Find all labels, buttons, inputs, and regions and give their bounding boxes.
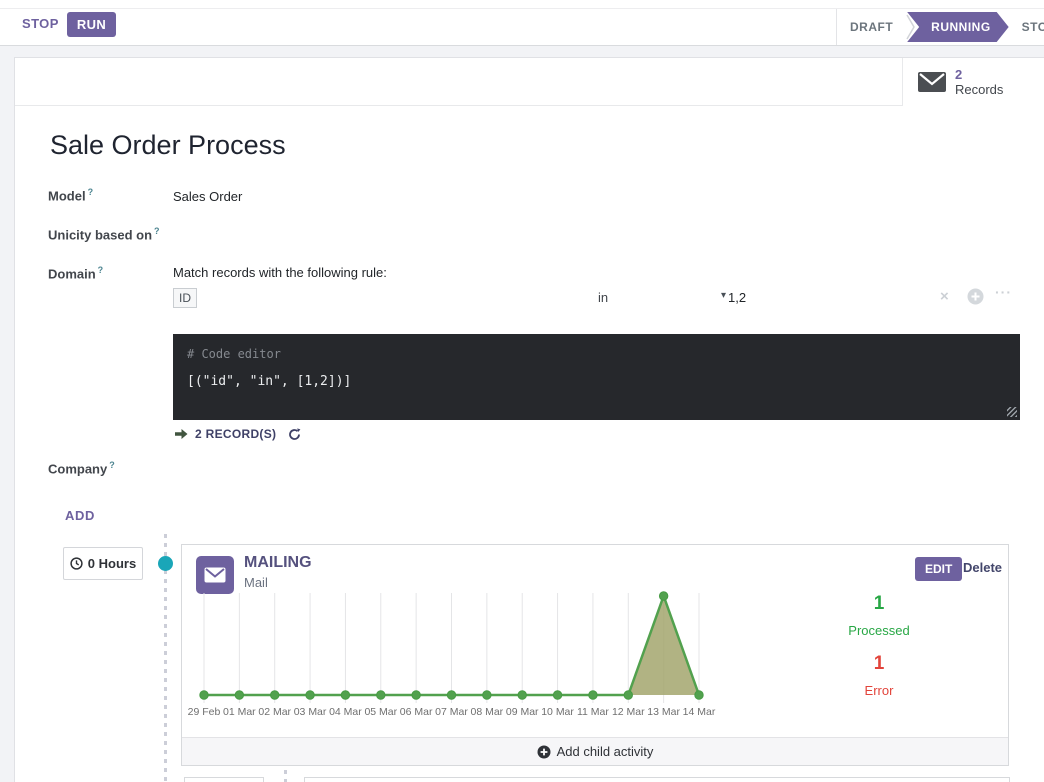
workflow-connector-line [284,770,287,782]
error-label: Error [819,683,939,699]
envelope-icon [917,71,947,93]
stop-button[interactable]: STOP [22,16,59,31]
chart-x-label: 06 Mar [400,706,433,718]
domain-label: Domain? [48,265,103,281]
rule-value-input[interactable]: 1,2 [728,290,746,305]
rule-field-tag[interactable]: ID [173,288,197,308]
add-child-activity-label: Add child activity [557,744,654,759]
chart-x-label: 02 Mar [258,706,291,718]
rule-add-icon[interactable] [967,288,984,310]
workflow-node-dot [158,556,173,571]
delete-button[interactable]: Delete [963,560,1002,575]
status-toolbar: STOP RUN DRAFTRUNNINGSTOPPED [0,0,1044,46]
trigger-delay-box[interactable]: 0 Hours [63,547,143,580]
chart-x-label: 12 Mar [612,706,645,718]
records-stat-text: 2 Records [955,67,1003,98]
records-count: 2 [955,67,1003,82]
chart-point[interactable] [200,691,208,699]
chevron-down-icon: ▾ [721,290,726,305]
code-editor-comment: # Code editor [187,347,1006,361]
chart-x-label: 14 Mar [683,706,716,718]
domain-code-editor[interactable]: # Code editor [("id", "in", [1,2])] [173,334,1020,420]
rule-operator-value: in [598,290,608,305]
chart-x-label: 05 Mar [364,706,397,718]
chart-point[interactable] [483,691,491,699]
arrow-right-icon [175,428,188,440]
processed-count[interactable]: 1 [819,593,939,615]
error-count[interactable]: 1 [819,653,939,675]
chart-point[interactable] [306,691,314,699]
records-preview-row: 2 RECORD(S) [175,427,301,441]
chart-point[interactable] [235,691,243,699]
state-pipeline: DRAFTRUNNINGSTOPPED [836,9,1044,45]
chart-x-label: 04 Mar [329,706,362,718]
help-icon[interactable]: ? [109,460,115,470]
chart-point[interactable] [518,691,526,699]
rule-more-icon[interactable]: ··· [995,284,1012,300]
unicity-label: Unicity based on? [48,226,160,242]
run-button[interactable]: RUN [67,12,116,37]
model-value[interactable]: Sales Order [173,189,242,204]
mail-icon [196,556,234,594]
child-trigger-box-partial[interactable] [184,777,264,782]
chart-x-label: 11 Mar [577,706,609,718]
code-editor-content[interactable]: [("id", "in", [1,2])] [187,374,1006,389]
activity-chart: 29 Feb01 Mar02 Mar03 Mar04 Mar05 Mar06 M… [192,591,717,723]
chart-x-label: 13 Mar [647,706,680,718]
chart-point[interactable] [377,691,385,699]
child-activity-card-partial [304,777,1010,782]
processed-label: Processed [819,623,939,639]
chart-x-label: 03 Mar [294,706,327,718]
form-sheet: 2 Records Sale Order Process Model? Sale… [14,57,1044,782]
records-stat-button[interactable]: 2 Records [902,58,1044,106]
chart-point[interactable] [624,691,632,699]
page-title: Sale Order Process [50,130,286,161]
workflow-connector-line [164,534,167,782]
clock-icon [70,557,83,570]
chart-point[interactable] [271,691,279,699]
chart-point[interactable] [412,691,420,699]
button-box: 2 Records [15,58,1044,106]
model-label: Model? [48,187,93,203]
help-icon[interactable]: ? [88,187,94,197]
activity-title[interactable]: MAILING [244,554,312,572]
records-label: Records [955,82,1003,98]
chart-point[interactable] [589,691,597,699]
chart-x-label: 29 Feb [188,706,221,718]
plus-circle-icon [537,745,551,759]
refresh-icon[interactable] [288,428,301,441]
activity-stats: 1 Processed 1 Error [819,593,939,699]
stage-running[interactable]: RUNNING [907,12,1009,42]
resize-handle-icon[interactable] [1007,407,1017,417]
help-icon[interactable]: ? [98,265,104,275]
edit-button[interactable]: EDIT [915,557,962,581]
activity-subtitle: Mail [244,575,268,590]
domain-intro: Match records with the following rule: [173,265,387,280]
chart-x-label: 08 Mar [471,706,504,718]
trigger-delay-label: 0 Hours [88,556,136,571]
add-activity-button[interactable]: ADD [65,508,95,523]
chart-point[interactable] [659,592,667,600]
stage-draft[interactable]: DRAFT [837,20,906,34]
add-child-activity-button[interactable]: Add child activity [182,737,1008,765]
records-count-link[interactable]: 2 RECORD(S) [195,427,276,441]
chart-x-label: 07 Mar [435,706,468,718]
chart-point[interactable] [447,691,455,699]
chart-x-label: 09 Mar [506,706,539,718]
rule-delete-icon[interactable]: × [940,288,949,305]
chart-x-label: 10 Mar [541,706,574,718]
help-icon[interactable]: ? [154,226,160,236]
company-label: Company? [48,460,115,476]
chart-point[interactable] [695,691,703,699]
chart-point[interactable] [341,691,349,699]
chart-x-label: 01 Mar [223,706,256,718]
chart-point[interactable] [553,691,561,699]
activity-card-mailing: MAILING Mail EDIT Delete 29 Feb01 Mar02 … [181,544,1009,766]
rule-operator-select[interactable]: in ▾ [598,290,726,305]
stage-stopped[interactable]: STOPPED [1009,20,1044,34]
